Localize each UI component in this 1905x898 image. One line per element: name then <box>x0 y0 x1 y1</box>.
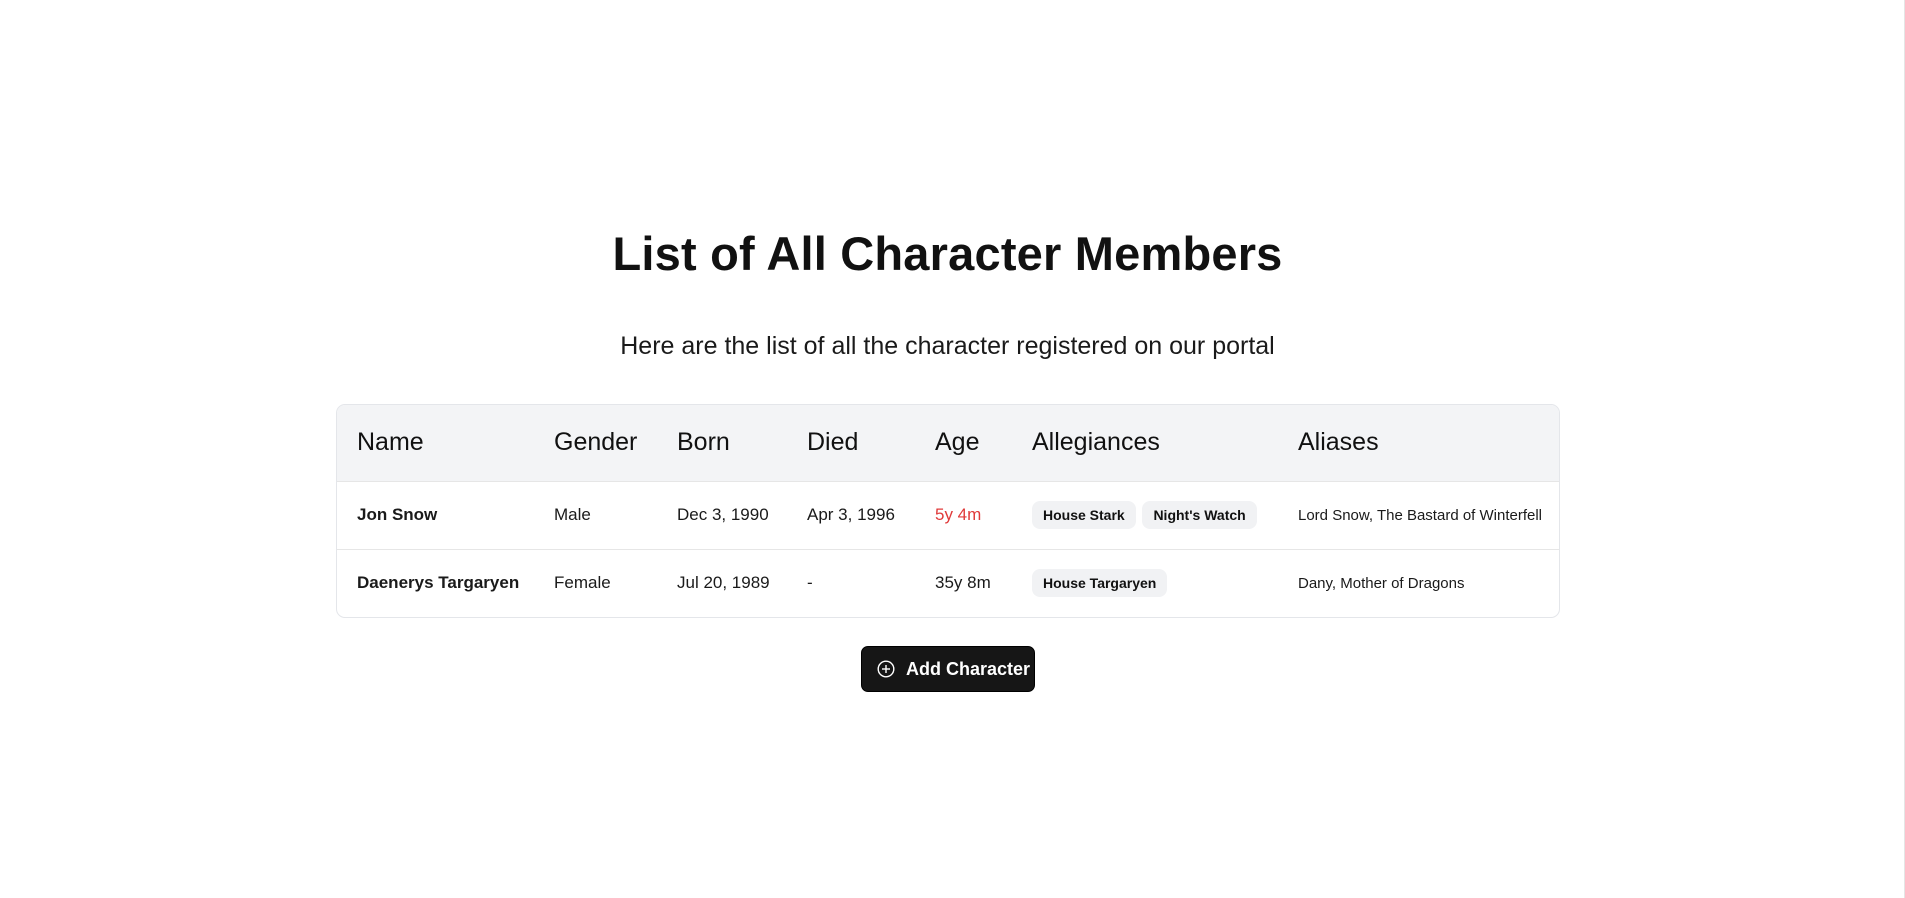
cell-aliases: Dany, Mother of Dragons <box>1298 574 1465 592</box>
allegiance-badge: House Stark <box>1032 501 1136 529</box>
column-header-aliases: Aliases <box>1298 428 1379 457</box>
add-character-label: Add Character <box>906 658 1031 679</box>
allegiance-badge: House Targaryen <box>1032 569 1168 598</box>
cell-gender: Male <box>554 505 591 524</box>
cell-age: 35y 8m <box>935 573 991 593</box>
add-character-button[interactable]: Add Character <box>861 646 1035 692</box>
cell-age: 5y 4m <box>935 505 982 524</box>
cell-name: Daenerys Targaryen <box>357 573 520 593</box>
cell-gender: Female <box>554 573 611 593</box>
allegiance-badge: Night's Watch <box>1142 501 1257 529</box>
cell-died: - <box>807 573 813 593</box>
column-header-born: Born <box>677 428 730 457</box>
cell-born: Dec 3, 1990 <box>677 505 769 524</box>
characters-table-container: Name Gender Born Died Age Allegiances Al… <box>336 404 1560 618</box>
table-row[interactable]: Daenerys Targaryen Female Jul 20, 1989 -… <box>337 549 1559 617</box>
characters-table: Name Gender Born Died Age Allegiances Al… <box>337 405 1559 617</box>
page-subtitle: Here are the list of all the character r… <box>620 332 1275 360</box>
column-header-died: Died <box>807 428 859 457</box>
cell-aliases: Lord Snow, The Bastard of Winterfell <box>1298 506 1543 524</box>
page: List of All Character Members Here are t… <box>0 0 1905 898</box>
page-title: List of All Character Members <box>612 227 1283 280</box>
column-header-age: Age <box>935 428 980 457</box>
plus-circle-icon <box>877 660 895 678</box>
cell-name: Jon Snow <box>357 505 438 524</box>
table-row[interactable]: Jon Snow Male Dec 3, 1990 Apr 3, 1996 5y… <box>337 481 1559 549</box>
cell-allegiances: House Targaryen <box>1012 549 1278 617</box>
cell-died: Apr 3, 1996 <box>807 505 895 524</box>
column-header-gender: Gender <box>554 428 638 457</box>
cell-allegiances: House Stark Night's Watch <box>1012 481 1278 549</box>
column-header-name: Name <box>357 428 424 457</box>
table-header-row: Name Gender Born Died Age Allegiances Al… <box>337 405 1559 481</box>
cell-born: Jul 20, 1989 <box>677 573 770 593</box>
column-header-allegiances: Allegiances <box>1032 428 1160 457</box>
